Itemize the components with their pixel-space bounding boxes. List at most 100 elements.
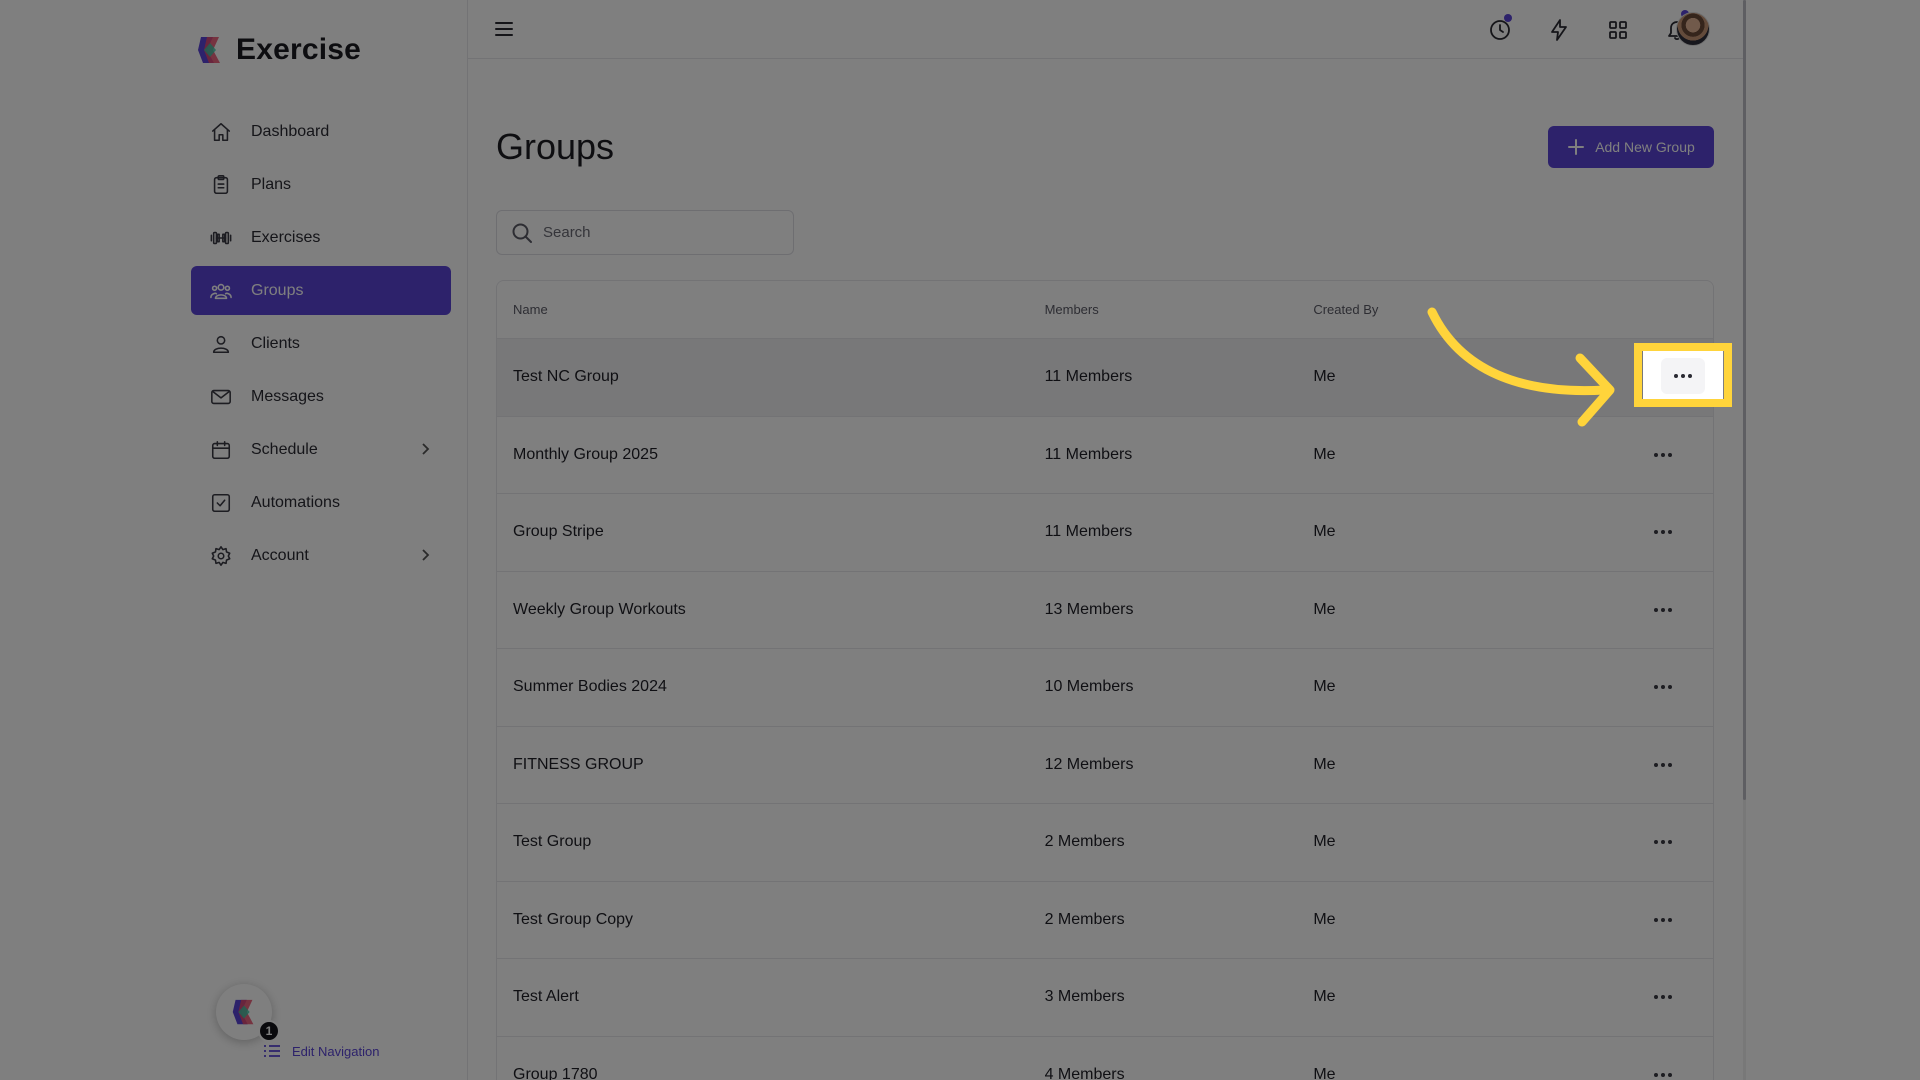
group-created-by: Me: [1313, 755, 1336, 773]
menu-toggle-button[interactable]: [492, 17, 516, 41]
table-row[interactable]: Group 1780 4 Members Me: [497, 1036, 1713, 1080]
add-new-group-button[interactable]: Add New Group: [1548, 126, 1714, 168]
row-actions-cell: [1613, 510, 1713, 554]
group-created-by: Me: [1313, 988, 1336, 1006]
sidebar-item-label: Schedule: [251, 440, 318, 458]
row-actions-cell: [1613, 820, 1713, 864]
group-name[interactable]: Test NC Group: [497, 368, 1045, 386]
row-actions-cell: [1613, 743, 1713, 787]
sidebar-item-label: Automations: [251, 493, 340, 511]
sidebar-item-exercises[interactable]: Exercises: [191, 213, 451, 262]
clipboard-icon: [209, 173, 233, 197]
quick-actions-button[interactable]: [1545, 16, 1573, 44]
sidebar-nav: Dashboard Plans Exercises Groups Clients…: [191, 107, 451, 584]
column-header-name[interactable]: Name: [497, 302, 1045, 317]
group-members: 11 Members: [1044, 368, 1133, 386]
row-actions-button[interactable]: [1641, 975, 1685, 1019]
row-actions-button[interactable]: [1641, 510, 1685, 554]
column-header-members[interactable]: Members: [1045, 302, 1314, 317]
hamburger-icon: [495, 22, 513, 36]
group-created-by: Me: [1313, 833, 1336, 851]
group-name[interactable]: Test Group Copy: [497, 911, 1045, 929]
user-avatar[interactable]: [1676, 12, 1710, 46]
sidebar-item-schedule[interactable]: Schedule: [191, 425, 451, 474]
sidebar-item-label: Messages: [251, 387, 324, 405]
tutorial-arrow-icon: [1427, 307, 1615, 427]
more-horizontal-icon: [1654, 452, 1673, 457]
row-actions-button[interactable]: [1641, 433, 1685, 477]
row-actions-button[interactable]: [1641, 665, 1685, 709]
table-row[interactable]: Group Stripe 11 Members Me: [497, 494, 1713, 572]
more-horizontal-icon: [1654, 530, 1673, 535]
sidebar-item-label: Exercises: [251, 228, 321, 246]
sidebar-item-label: Clients: [251, 334, 300, 352]
app-window: Exercise Dashboard Plans Exercises Group…: [174, 0, 1746, 1080]
unread-dot: [1504, 14, 1512, 22]
sidebar-item-clients[interactable]: Clients: [191, 319, 451, 368]
home-icon: [209, 120, 233, 144]
group-name[interactable]: FITNESS GROUP: [497, 756, 1045, 774]
row-actions-button[interactable]: [1641, 588, 1685, 632]
more-horizontal-icon: [1654, 607, 1673, 612]
users-icon: [209, 279, 233, 303]
group-name[interactable]: Group 1780: [497, 1066, 1045, 1080]
table-row[interactable]: Test Group Copy 2 Members Me: [497, 881, 1713, 959]
row-actions-button[interactable]: [1641, 743, 1685, 787]
sidebar-item-label: Groups: [251, 281, 304, 299]
group-members: 2 Members: [1044, 833, 1125, 851]
group-name[interactable]: Test Alert: [497, 988, 1045, 1006]
row-actions-cell: [1613, 588, 1713, 632]
more-horizontal-icon: [1654, 1072, 1673, 1077]
gear-icon: [209, 544, 233, 568]
edit-navigation-link[interactable]: Edit Navigation: [262, 1041, 379, 1061]
group-name[interactable]: Weekly Group Workouts: [497, 601, 1045, 619]
row-actions-cell: [1613, 433, 1713, 477]
dumbbell-icon: [209, 226, 233, 250]
add-new-group-label: Add New Group: [1595, 139, 1695, 155]
brand[interactable]: Exercise: [194, 32, 361, 68]
more-horizontal-icon: [1654, 840, 1673, 845]
table-row[interactable]: Test Alert 3 Members Me: [497, 959, 1713, 1037]
sidebar-item-groups[interactable]: Groups: [191, 266, 451, 315]
apps-button[interactable]: [1604, 16, 1632, 44]
sidebar-item-account[interactable]: Account: [191, 531, 451, 580]
mail-icon: [209, 385, 233, 409]
group-members: 13 Members: [1044, 600, 1134, 618]
table-row[interactable]: FITNESS GROUP 12 Members Me: [497, 726, 1713, 804]
group-members: 10 Members: [1044, 678, 1134, 696]
table-row[interactable]: Summer Bodies 2024 10 Members Me: [497, 649, 1713, 727]
topbar: [468, 0, 1746, 59]
group-created-by: Me: [1313, 600, 1336, 618]
sidebar-item-dashboard[interactable]: Dashboard: [191, 107, 451, 156]
sidebar-item-plans[interactable]: Plans: [191, 160, 451, 209]
page-title: Groups: [496, 126, 615, 167]
sidebar-item-label: Dashboard: [251, 122, 330, 140]
group-created-by: Me: [1313, 445, 1336, 463]
table-row[interactable]: Test Group 2 Members Me: [497, 804, 1713, 882]
notification-count-badge: 1: [258, 1020, 280, 1042]
sidebar-item-automations[interactable]: Automations: [191, 478, 451, 527]
row-actions-button[interactable]: [1641, 898, 1685, 942]
scrollbar-thumb[interactable]: [1743, 0, 1746, 800]
brand-logo-icon: [198, 37, 220, 63]
group-created-by: Me: [1313, 523, 1336, 541]
group-name[interactable]: Test Group: [497, 833, 1045, 851]
row-actions-cell: [1613, 1053, 1713, 1080]
tutorial-highlight-frame: [1634, 343, 1732, 407]
calendar-icon: [209, 438, 233, 462]
group-created-by: Me: [1313, 1065, 1336, 1080]
search-input[interactable]: [543, 224, 773, 241]
sidebar-item-messages[interactable]: Messages: [191, 372, 451, 421]
row-actions-button[interactable]: [1641, 1053, 1685, 1080]
group-created-by: Me: [1313, 678, 1336, 696]
row-actions-button[interactable]: [1641, 820, 1685, 864]
group-name[interactable]: Summer Bodies 2024: [497, 678, 1045, 696]
group-members: 3 Members: [1044, 988, 1125, 1006]
row-actions-cell: [1613, 665, 1713, 709]
group-members: 4 Members: [1044, 1065, 1125, 1080]
group-name[interactable]: Group Stripe: [497, 523, 1045, 541]
sidebar: Exercise Dashboard Plans Exercises Group…: [174, 0, 468, 1080]
group-created-by: Me: [1313, 910, 1336, 928]
table-row[interactable]: Weekly Group Workouts 13 Members Me: [497, 571, 1713, 649]
group-name[interactable]: Monthly Group 2025: [497, 446, 1045, 464]
